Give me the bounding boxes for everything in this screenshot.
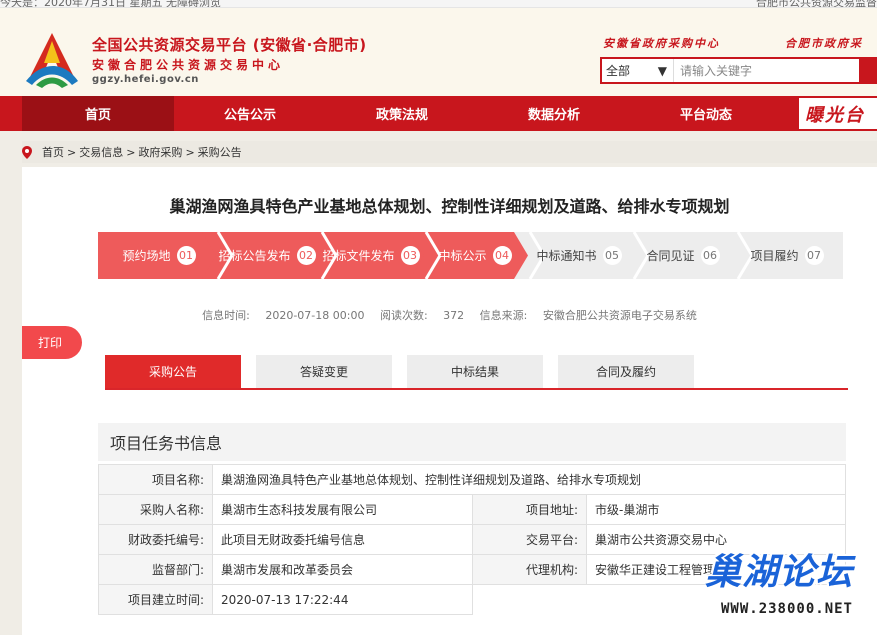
buyer-value: 巢湖市生态科技发展有限公司	[212, 494, 473, 525]
step-book-venue: 预约场地 01	[98, 232, 220, 279]
step-number: 01	[176, 246, 196, 265]
link-anhui-procurement[interactable]: 安徽省政府采购中心	[603, 35, 720, 51]
breadcrumb-procurement-notice[interactable]: 采购公告	[198, 144, 242, 160]
nav-data-analysis[interactable]: 数据分析	[478, 96, 630, 131]
step-number: 06	[700, 246, 720, 265]
tab-award-result[interactable]: 中标结果	[407, 355, 543, 388]
search-scope-select[interactable]: 全部 ▼	[602, 59, 674, 82]
table-row: 监督部门: 巢湖市发展和改革委员会 代理机构: 安徽华正建设工程管理	[98, 554, 846, 585]
location-pin-icon	[22, 145, 32, 159]
agent-value: 安徽华正建设工程管理	[586, 554, 846, 585]
date-text: 今天是：2020年7月31日 星期五 无障碍浏览	[0, 0, 221, 8]
dropdown-arrow-icon: ▼	[657, 63, 667, 78]
content-card: 巢湖渔网渔具特色产业基地总体规划、控制性详细规划及道路、给排水专项规划 预约场地	[22, 167, 877, 635]
breadcrumb-separator: >	[126, 145, 136, 159]
table-row: 项目建立时间: 2020-07-13 17:22:44	[98, 584, 846, 615]
table-row: 财政委托编号: 此项目无财政委托编号信息 交易平台: 巢湖市公共资源交易中心	[98, 524, 846, 555]
step-label: 招标文件发布	[322, 249, 395, 263]
table-row: 采购人名称: 巢湖市生态科技发展有限公司 项目地址: 市级-巢湖市	[98, 494, 846, 525]
breadcrumb-gov-procurement[interactable]: 政府采购	[138, 144, 182, 160]
link-hefei-procurement[interactable]: 合肥市政府采	[785, 35, 863, 51]
site-url: ggzy.hefei.gov.cn	[92, 74, 199, 85]
nav-policies[interactable]: 政策法规	[326, 96, 478, 131]
search-bar: 全部 ▼	[600, 57, 877, 84]
empty-cell	[587, 585, 846, 615]
agent-label: 代理机构:	[472, 554, 587, 585]
breadcrumb-home[interactable]: 首页	[42, 144, 64, 160]
search-input[interactable]	[674, 59, 859, 82]
detail-tabs: 采购公告 答疑变更 中标结果 合同及履约	[105, 354, 848, 390]
step-label: 中标通知书	[536, 249, 597, 263]
step-label: 合同见证	[646, 249, 695, 263]
table-row: 项目名称: 巢湖渔网渔具特色产业基地总体规划、控制性详细规划及道路、给排水专项规…	[98, 464, 846, 495]
step-label: 中标公示	[438, 249, 487, 263]
project-name-value: 巢湖渔网渔具特色产业基地总体规划、控制性详细规划及道路、给排水专项规划	[212, 464, 846, 495]
exposure-banner[interactable]: 曝光台	[799, 98, 877, 129]
project-info-table: 项目名称: 巢湖渔网渔具特色产业基地总体规划、控制性详细规划及道路、给排水专项规…	[98, 464, 846, 615]
meta-views-label: 阅读次数:	[379, 309, 428, 322]
nav-announcements[interactable]: 公告公示	[174, 96, 326, 131]
nav-platform-news[interactable]: 平台动态	[630, 96, 782, 131]
step-number: 07	[804, 246, 824, 265]
main-nav: 首页 公告公示 政策法规 数据分析 平台动态 曝光台	[0, 96, 877, 131]
supervisor-label: 监督部门:	[98, 554, 213, 585]
breadcrumb-separator: >	[185, 145, 195, 159]
search-button[interactable]	[859, 59, 875, 82]
created-time-label: 项目建立时间:	[98, 584, 213, 615]
address-value: 市级-巢湖市	[586, 494, 846, 525]
breadcrumb-trade-info[interactable]: 交易信息	[79, 144, 123, 160]
breadcrumb: 首页 > 交易信息 > 政府采购 > 采购公告	[22, 141, 877, 163]
project-name-label: 项目名称:	[98, 464, 213, 495]
article-meta: 信息时间: 2020-07-18 00:00 阅读次数: 372 信息来源: 安…	[22, 307, 877, 323]
page-title: 巢湖渔网渔具特色产业基地总体规划、控制性详细规划及道路、给排水专项规划	[169, 197, 730, 216]
platform-title: 全国公共资源交易平台 (安徽省·合肥市)	[92, 36, 367, 54]
step-number: 04	[492, 246, 512, 265]
nav-home[interactable]: 首页	[22, 96, 174, 131]
platform-value: 巢湖市公共资源交易中心	[586, 524, 846, 555]
created-time-value: 2020-07-13 17:22:44	[212, 584, 473, 615]
step-project-performance: 项目履约 07	[726, 232, 848, 279]
step-label: 项目履约	[750, 249, 799, 263]
buyer-label: 采购人名称:	[98, 494, 213, 525]
platform-label: 交易平台:	[472, 524, 587, 555]
progress-steps: 预约场地 01 招标公告发布 02 招标文件发布 03 中标公示 04 中标通知…	[98, 232, 843, 279]
meta-time: 2020-07-18 00:00	[265, 309, 365, 322]
search-scope-value: 全部	[606, 64, 631, 78]
step-label: 预约场地	[122, 249, 171, 263]
meta-time-label: 信息时间:	[202, 309, 250, 322]
meta-source-label: 信息来源:	[479, 309, 528, 322]
address-label: 项目地址:	[472, 494, 587, 525]
center-name: 安徽合肥公共资源交易中心	[92, 58, 285, 72]
empty-cell	[473, 585, 587, 615]
section-title: 项目任务书信息	[98, 423, 846, 461]
site-header: 全国公共资源交易平台 (安徽省·合肥市) 安徽合肥公共资源交易中心 ggzy.h…	[0, 8, 877, 96]
step-label: 招标公告发布	[218, 249, 291, 263]
breadcrumb-separator: >	[67, 145, 77, 159]
tab-qa-changes[interactable]: 答疑变更	[256, 355, 392, 388]
print-button[interactable]: 打印	[22, 326, 82, 359]
tab-contract-performance[interactable]: 合同及履约	[558, 355, 694, 388]
finance-no-label: 财政委托编号:	[98, 524, 213, 555]
tab-procurement-notice[interactable]: 采购公告	[105, 355, 241, 388]
supervisor-value: 巢湖市发展和改革委员会	[212, 554, 473, 585]
supervision-link[interactable]: 合肥市公共资源交易监督	[756, 0, 877, 7]
meta-views: 372	[443, 309, 465, 322]
top-bar: 今天是：2020年7月31日 星期五 无障碍浏览 合肥市公共资源交易监督	[0, 0, 877, 8]
finance-no-value: 此项目无财政委托编号信息	[212, 524, 473, 555]
meta-source: 安徽合肥公共资源电子交易系统	[542, 309, 697, 322]
platform-logo-icon	[26, 33, 78, 88]
step-number: 05	[602, 246, 622, 265]
